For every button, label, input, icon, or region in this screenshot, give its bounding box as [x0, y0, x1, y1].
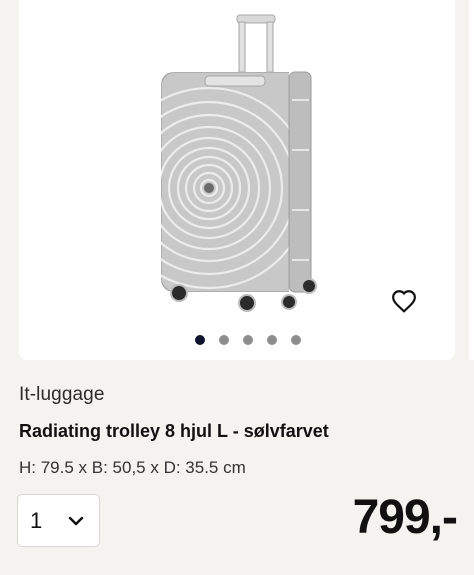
next-card-edge: [469, 0, 474, 360]
product-image[interactable]: [139, 10, 339, 320]
carousel-dot-3[interactable]: [243, 335, 253, 345]
carousel-dot-5[interactable]: [291, 335, 301, 345]
product-image-card: [19, 0, 455, 360]
heart-outline-icon: [392, 290, 416, 313]
carousel-dot-1[interactable]: [195, 335, 205, 345]
carousel-dots: [19, 335, 455, 347]
product-title: Radiating trolley 8 hjul L - sølvfarvet: [19, 421, 329, 441]
product-dimensions: H: 79.5 x B: 50,5 x D: 35.5 cm: [19, 458, 246, 477]
wishlist-button[interactable]: [389, 286, 419, 316]
product-price: 799,-: [352, 491, 458, 544]
product-brand[interactable]: It-luggage: [19, 384, 105, 406]
quantity-value: 1: [30, 507, 43, 533]
carousel-dot-2[interactable]: [219, 335, 229, 345]
quantity-select[interactable]: 1: [17, 494, 100, 547]
carousel-dot-4[interactable]: [267, 335, 277, 345]
chevron-down-icon: [68, 516, 84, 525]
